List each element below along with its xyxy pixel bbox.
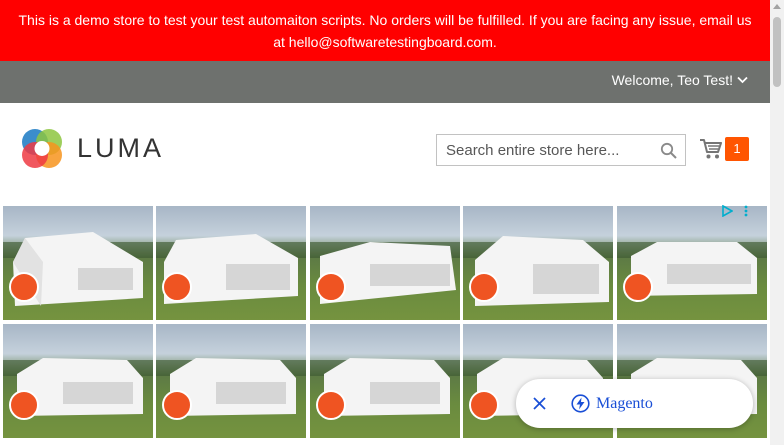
bolt-icon	[571, 394, 590, 413]
search-box	[436, 134, 686, 166]
ad-image-tile[interactable]	[3, 206, 153, 320]
logo-text: LUMA	[77, 132, 165, 163]
brand-badge-icon	[9, 390, 39, 420]
demo-notice-banner: This is a demo store to test your test a…	[0, 0, 770, 61]
cart-counter-badge: 1	[725, 137, 749, 161]
search-input[interactable]	[437, 141, 647, 159]
header-panel: Welcome, Teo Test!	[0, 61, 770, 103]
ad-image-tile[interactable]	[156, 324, 306, 438]
brand-badge-icon	[316, 272, 346, 302]
minicart-button[interactable]: 1	[699, 137, 749, 161]
brand-badge-icon	[469, 272, 499, 302]
magento-toast[interactable]: Magento	[516, 379, 753, 428]
demo-notice-text: This is a demo store to test your test a…	[18, 12, 752, 50]
customer-welcome-menu[interactable]: Welcome, Teo Test!	[612, 72, 748, 88]
ad-image-tile[interactable]	[617, 206, 767, 320]
luma-logo[interactable]: LUMA	[19, 125, 164, 171]
play-triangle-icon[interactable]	[721, 205, 733, 217]
more-vertical-icon[interactable]	[740, 205, 752, 217]
chevron-down-icon	[737, 76, 748, 84]
brand-badge-icon	[162, 272, 192, 302]
brand-badge-icon	[162, 390, 192, 420]
luma-logo-mark-icon	[22, 129, 62, 168]
search-icon[interactable]	[660, 142, 677, 159]
site-header: LUMA 1	[0, 103, 770, 193]
ad-image-tile[interactable]	[463, 206, 613, 320]
brand-badge-icon	[469, 390, 499, 420]
ad-choices[interactable]	[721, 205, 752, 217]
ad-image-tile[interactable]	[156, 206, 306, 320]
page-scrollbar[interactable]	[770, 0, 784, 445]
brand-badge-icon	[623, 272, 653, 302]
ad-image-tile[interactable]	[3, 324, 153, 438]
ad-image-tile[interactable]	[310, 324, 460, 438]
toast-label[interactable]: Magento	[596, 395, 653, 413]
welcome-text: Welcome, Teo Test!	[611, 72, 733, 88]
brand-badge-icon	[9, 272, 39, 302]
scroll-up-arrow-icon[interactable]	[773, 4, 781, 9]
brand-badge-icon	[316, 390, 346, 420]
ad-image-tile[interactable]	[310, 206, 460, 320]
scrollbar-thumb[interactable]	[773, 17, 781, 87]
close-icon[interactable]	[533, 397, 546, 410]
cart-icon	[700, 139, 722, 159]
